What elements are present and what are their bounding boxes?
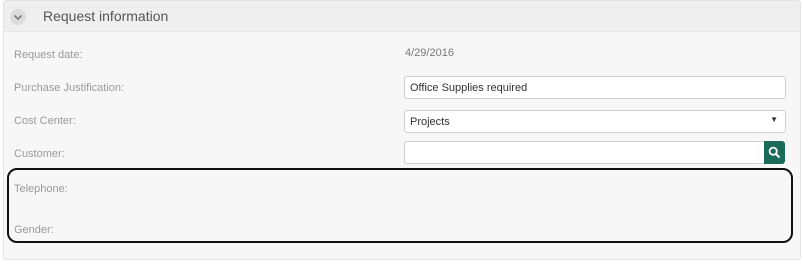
telephone-label: Telephone: bbox=[14, 183, 68, 195]
cost-center-select[interactable]: Projects ▼ bbox=[404, 110, 786, 133]
purchase-justification-input[interactable]: Office Supplies required bbox=[404, 76, 786, 99]
customer-label: Customer: bbox=[14, 148, 65, 160]
section-title: Request information bbox=[43, 8, 169, 24]
purchase-justification-value: Office Supplies required bbox=[410, 82, 528, 94]
request-date-value: 4/29/2016 bbox=[405, 47, 454, 59]
caret-down-icon: ▼ bbox=[770, 115, 778, 124]
chevron-down-icon[interactable] bbox=[10, 9, 26, 25]
customer-search-button[interactable] bbox=[764, 141, 785, 164]
purchase-justification-label: Purchase Justification: bbox=[14, 82, 125, 94]
panel-header[interactable]: Request information bbox=[4, 1, 800, 32]
customer-input[interactable] bbox=[404, 141, 765, 164]
cost-center-selected-value: Projects bbox=[410, 116, 450, 128]
cost-center-label: Cost Center: bbox=[14, 115, 76, 127]
request-date-label: Request date: bbox=[14, 49, 83, 61]
search-icon bbox=[768, 146, 781, 159]
gender-label: Gender: bbox=[14, 224, 54, 236]
